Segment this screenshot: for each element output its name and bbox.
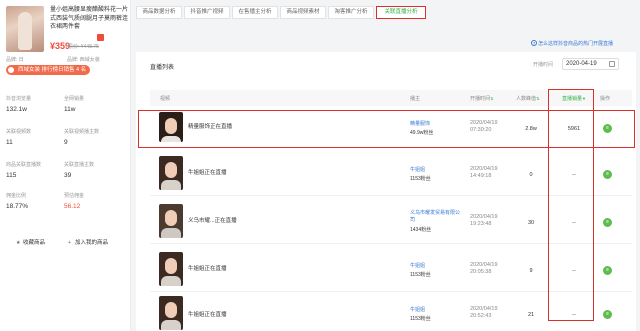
detail-icon[interactable]: ≡ bbox=[603, 218, 612, 227]
anchor-fans: 1153粉丝 bbox=[410, 176, 431, 182]
stat-douyin-views: 抖音浏览量 132.1w bbox=[6, 96, 32, 113]
product-subnote-left: 品牌: 日 bbox=[6, 57, 24, 63]
live-cover[interactable] bbox=[159, 252, 183, 286]
plus-icon: + bbox=[68, 240, 71, 246]
product-subnote-right: 品牌: 西域女装 bbox=[67, 57, 100, 63]
add-to-my-products-button[interactable]: + 加入我的商品 bbox=[68, 236, 108, 250]
question-icon: ? bbox=[531, 40, 537, 46]
tab-product-data[interactable]: 商品数据分析 bbox=[136, 6, 182, 19]
product-old-price: 原价: ¥448.75 bbox=[68, 44, 99, 50]
live-cover[interactable] bbox=[159, 156, 183, 190]
star-icon: ★ bbox=[16, 240, 21, 246]
detail-icon[interactable]: ≡ bbox=[603, 170, 612, 179]
anchor-fans: 1153粉丝 bbox=[410, 316, 431, 322]
favorite-button[interactable]: ★ 收藏商品 bbox=[16, 236, 45, 250]
date-label: 开播时间 bbox=[533, 62, 554, 68]
help-link[interactable]: ? 怎么这样抖音商品的热门开展直播 bbox=[531, 40, 613, 47]
stat-related-live-hosts: 关联直播主数 39 bbox=[64, 162, 95, 179]
rank-badge[interactable]: 西域女装 排行榜日销售 4 名 bbox=[6, 65, 91, 75]
tab-douyin-videos[interactable]: 抖音推广视频 bbox=[184, 6, 230, 19]
col-operation: 操作 bbox=[600, 96, 611, 102]
start-time: 2020/04/19 20:05:38 bbox=[470, 262, 498, 275]
tab-video-materials[interactable]: 商品视频素材 bbox=[280, 6, 326, 19]
anchor-name[interactable]: 义乌市耀发贸易有限公司 bbox=[410, 210, 460, 224]
start-time: 2020/04/19 14:49:18 bbox=[470, 166, 498, 179]
col-anchor: 播主 bbox=[410, 96, 421, 102]
live-title[interactable]: 牛姐姐正在直播 bbox=[188, 310, 227, 318]
peak-viewers: 9 bbox=[529, 268, 533, 274]
product-actions: ★ 收藏商品 + 加入我的商品 bbox=[6, 236, 126, 250]
shop-icon[interactable] bbox=[97, 34, 104, 41]
product-panel: 量小姐高腰显瘦醋酸料花一片式西装气质阔腿月子莫雨裤连衣裙两件套 ¥359 原价:… bbox=[0, 0, 131, 331]
page: 量小姐高腰显瘦醋酸料花一片式西装气质阔腿月子莫雨裤连衣裙两件套 ¥359 原价:… bbox=[0, 0, 640, 331]
tab-taoke[interactable]: 淘客推广分析 bbox=[328, 6, 374, 19]
live-title[interactable]: 牛姐姐正在直播 bbox=[188, 264, 227, 272]
live-title[interactable]: 牛姐姐正在直播 bbox=[188, 168, 227, 176]
product-image[interactable] bbox=[6, 6, 44, 52]
tab-sellers[interactable]: 在售播主分析 bbox=[232, 6, 278, 19]
start-time: 2020/04/19 19:23:48 bbox=[470, 214, 498, 227]
card-title: 直播列表 bbox=[150, 65, 175, 71]
stat-total-sales: 全网销量 11w bbox=[64, 96, 85, 113]
col-peak-viewers[interactable]: 人数峰值⇅ bbox=[516, 95, 539, 102]
anchor-name[interactable]: 牛姐姐 bbox=[410, 262, 425, 269]
tab-live-analysis[interactable]: 关联直播分析 bbox=[376, 6, 426, 19]
analysis-tabs: 商品数据分析 抖音推广视频 在售播主分析 商品视频素材 淘客推广分析 关联直播分… bbox=[136, 4, 636, 20]
start-time: 2020/04/19 20:52:43 bbox=[470, 306, 498, 319]
anchor-fans: 1434粉丝 bbox=[410, 227, 432, 233]
rank-badge-label: 西域女装 排行榜日销售 4 名 bbox=[18, 67, 87, 73]
col-video: 视频 bbox=[160, 96, 171, 102]
anchor-name[interactable]: 牛姐姐 bbox=[410, 306, 425, 313]
live-cover[interactable] bbox=[159, 296, 183, 330]
peak-viewers: 21 bbox=[527, 312, 535, 318]
highlight-sales-column-annotation bbox=[548, 89, 594, 321]
detail-icon[interactable]: ≡ bbox=[603, 266, 612, 275]
date-picker[interactable]: 2020-04-19 bbox=[562, 58, 619, 70]
peak-viewers: 0 bbox=[529, 172, 533, 178]
stat-commission-rate: 佣金比例 18.77% bbox=[6, 193, 29, 210]
rank-icon bbox=[8, 67, 14, 73]
stat-related-lives: 商品关联直播数 115 bbox=[6, 162, 42, 179]
peak-viewers: 30 bbox=[527, 220, 535, 226]
stat-estimated-commission: 预估佣金 56.12 bbox=[64, 193, 85, 210]
product-title[interactable]: 量小姐高腰显瘦醋酸料花一片式西装气质阔腿月子莫雨裤连衣裙两件套 bbox=[50, 6, 128, 32]
anchor-name[interactable]: 牛姐姐 bbox=[410, 166, 425, 173]
col-start-time[interactable]: 开播时间⇅ bbox=[470, 95, 493, 102]
live-title[interactable]: 义乌市耀...正在直播 bbox=[188, 216, 237, 224]
calendar-icon bbox=[609, 61, 615, 67]
stat-related-videos: 关联视频数 11 bbox=[6, 129, 32, 146]
live-cover[interactable] bbox=[159, 204, 183, 238]
stat-related-video-creators: 关联视频播主数 9 bbox=[64, 129, 100, 146]
anchor-fans: 1153粉丝 bbox=[410, 272, 431, 278]
detail-icon[interactable]: ≡ bbox=[603, 310, 612, 319]
